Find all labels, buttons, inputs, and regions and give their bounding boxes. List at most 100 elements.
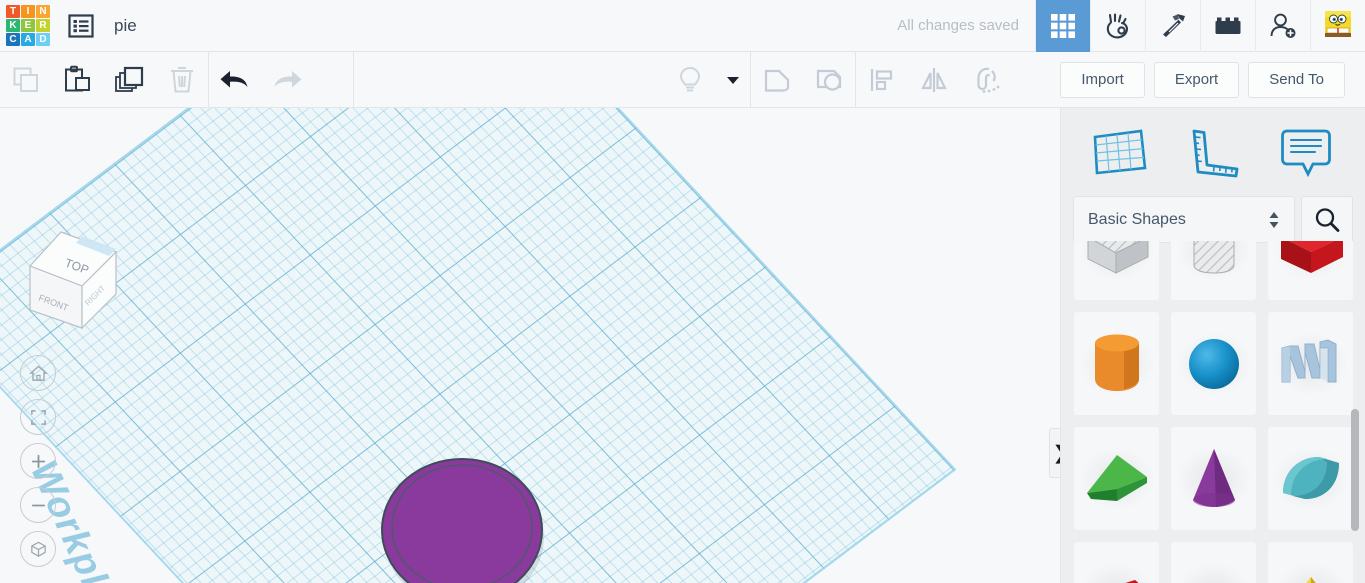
shape-category-value: Basic Shapes [1088,210,1186,228]
panel-collapse-button[interactable]: ❯ [1049,428,1060,478]
ruler-icon [1192,129,1239,178]
yellow-pyramid-icon [1305,576,1316,583]
group-icon [764,69,790,92]
header-icon-group [1035,0,1365,52]
add-person-button[interactable] [1255,0,1310,52]
red-text-icon [1113,579,1139,583]
undo-button[interactable] [209,52,261,108]
page-title[interactable]: pie [114,16,137,36]
ungroup-icon [816,69,842,91]
tinkerplay-button[interactable] [1090,0,1145,52]
magnet-button[interactable] [960,52,1012,108]
select-stepper-icon [1269,211,1279,228]
shape-teal-roof[interactable] [1267,426,1354,531]
light-bulb-button[interactable] [664,52,716,108]
main-toolbar: Import Export Send To [0,51,1365,108]
fit-to-view-button[interactable] [20,399,56,435]
purple-cylinder[interactable] [380,453,545,583]
chevron-down-icon [727,76,739,84]
3d-viewport[interactable]: Workplane TOP FRONT RIGHT [0,108,1060,583]
green-pyramid-icon [1086,454,1147,501]
send-to-button[interactable]: Send To [1248,61,1345,98]
grid-plane-icon [1093,129,1147,175]
import-button[interactable]: Import [1060,61,1145,98]
purple-cone-icon [1192,448,1235,507]
search-icon [1315,207,1340,232]
shape-red-box[interactable] [1267,241,1354,301]
logo-tile-t: T [6,4,20,18]
shape-category-select[interactable]: Basic Shapes [1073,196,1295,243]
redo-button[interactable] [261,52,313,108]
workplane-tab[interactable] [1073,122,1166,184]
copy-icon [13,67,38,92]
note-tab[interactable] [1260,122,1353,184]
home-view-button[interactable] [20,355,56,391]
shape-orange-cylinder[interactable] [1073,311,1160,416]
edit-tool-group [0,52,208,108]
zoom-out-button[interactable] [20,487,56,523]
copy-button[interactable] [0,52,52,108]
view-cube-icon: TOP FRONT RIGHT [28,231,118,330]
shape-library-grid[interactable] [1061,241,1365,583]
shape-blue-sphere[interactable] [1170,311,1257,416]
shape-green-pyramid[interactable] [1073,426,1160,531]
teal-roof-icon [1282,456,1339,499]
project-list-button[interactable] [66,11,96,41]
redo-icon [274,70,302,87]
shape-scribble[interactable] [1267,311,1354,416]
hole-cylinder-icon [1193,241,1234,274]
tinkerplay-hand-icon [1106,12,1128,38]
blue-wedge-icon [1231,582,1235,583]
bulb-dropdown-button[interactable] [716,52,750,108]
paste-button[interactable] [52,52,104,108]
shape-hole-cylinder[interactable] [1170,241,1257,301]
plus-icon [31,454,45,468]
minecraft-button[interactable] [1145,0,1200,52]
toolbar-divider-2 [353,51,354,108]
shape-purple-cone[interactable] [1170,426,1257,531]
purple-cylinder-shape [381,458,544,583]
paste-icon [65,65,90,91]
logo-tile-r: R [36,18,50,33]
magnet-icon [977,67,1000,93]
undo-icon [220,70,248,87]
shape-grid-scrollbar-track[interactable] [1351,241,1362,583]
ruler-tab[interactable] [1166,122,1259,184]
shape-grid-scrollbar-thumb[interactable] [1351,409,1359,531]
group-button[interactable] [751,52,803,108]
ungroup-button[interactable] [803,52,855,108]
app-header: T I N K E R C A D pie All changes saved [0,0,1365,52]
list-icon [68,13,94,38]
logo-tile-d: D [36,33,50,47]
grid-apps-button[interactable] [1035,0,1090,52]
lego-brick-icon [1215,17,1241,34]
export-button[interactable]: Export [1153,61,1240,98]
view-cube[interactable]: TOP FRONT RIGHT [16,224,128,342]
logo-tile-i: I [21,4,35,18]
user-avatar [1325,10,1351,37]
avatar[interactable] [1310,0,1365,52]
tinkercad-logo[interactable]: T I N K E R C A D [6,4,50,47]
logo-tile-k: K [6,18,20,33]
light-bulb-icon [679,66,701,91]
align-button[interactable] [856,52,908,108]
shape-hole-box[interactable] [1073,241,1160,301]
orange-cylinder-icon [1094,334,1139,391]
chevron-right-icon: ❯ [1053,444,1060,463]
shape-red-text[interactable] [1073,541,1160,583]
search-button[interactable] [1301,196,1353,243]
hole-box-icon [1087,241,1148,274]
scribble-icon [1281,338,1336,382]
duplicate-button[interactable] [104,52,156,108]
delete-button[interactable] [156,52,208,108]
history-tool-group [209,52,313,108]
minecraft-pickaxe-icon [1163,13,1185,37]
mirror-button[interactable] [908,52,960,108]
ortho-perspective-button[interactable] [20,531,56,567]
zoom-in-button[interactable] [20,443,56,479]
blocks-button[interactable] [1200,0,1255,52]
align-icon [870,68,893,91]
shape-yellow-pyramid[interactable] [1267,541,1354,583]
logo-tile-c: C [6,33,20,47]
shape-blue-wedge[interactable] [1170,541,1257,583]
